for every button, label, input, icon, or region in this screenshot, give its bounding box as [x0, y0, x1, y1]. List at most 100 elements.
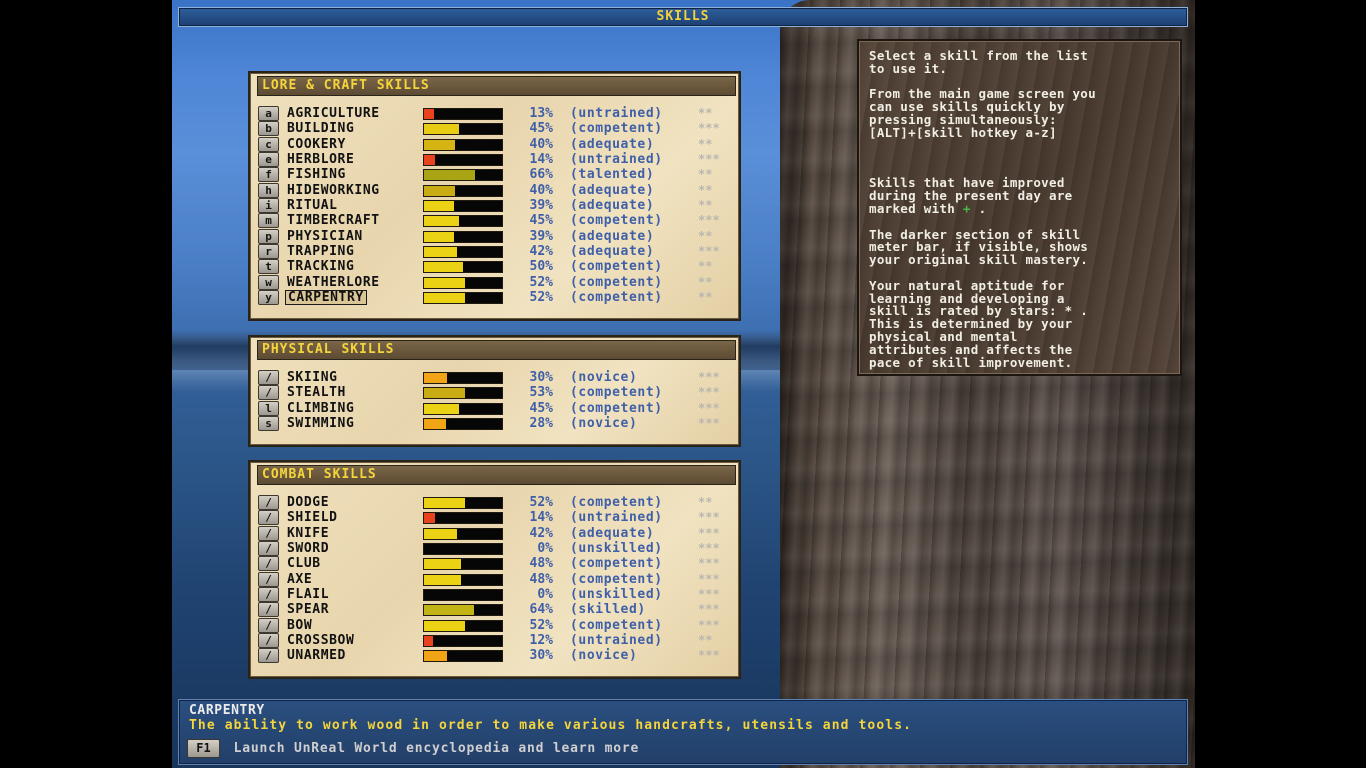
skill-hotkey-button[interactable]: p	[258, 228, 279, 244]
skill-hotkey-button[interactable]: /	[258, 510, 279, 526]
skill-name[interactable]: WEATHERLORE	[285, 275, 382, 290]
skill-hotkey-button[interactable]: h	[258, 182, 279, 198]
skill-name[interactable]: COOKERY	[285, 137, 348, 152]
skill-name[interactable]: CROSSBOW	[285, 633, 356, 648]
skill-row[interactable]: / SHIELD 14% (untrained) ***	[258, 510, 736, 526]
skill-row[interactable]: c COOKERY 40% (adequate) **	[258, 136, 736, 152]
skill-meter-fill	[424, 231, 455, 242]
skill-meter-fill	[424, 636, 434, 647]
skill-row[interactable]: r TRAPPING 42% (adequate) ***	[258, 244, 736, 260]
skill-name[interactable]: SWIMMING	[285, 416, 356, 431]
skill-row[interactable]: / CLUB 48% (competent) ***	[258, 556, 736, 572]
skill-hotkey-button[interactable]: /	[258, 617, 279, 633]
skill-row[interactable]: / CROSSBOW 12% (untrained) **	[258, 633, 736, 649]
skill-hotkey-button[interactable]: l	[258, 400, 279, 416]
skill-name[interactable]: BUILDING	[285, 121, 356, 136]
skill-hotkey-button[interactable]: c	[258, 136, 279, 152]
skill-row[interactable]: p PHYSICIAN 39% (adequate) **	[258, 228, 736, 244]
skill-row[interactable]: / DODGE 52% (competent) **	[258, 495, 736, 510]
skill-hotkey-button[interactable]: t	[258, 259, 279, 275]
skill-name[interactable]: TIMBERCRAFT	[285, 213, 382, 228]
skill-name[interactable]: CLUB	[285, 556, 323, 571]
skill-level: (competent)	[570, 385, 663, 401]
skill-name[interactable]: SWORD	[285, 541, 331, 556]
skill-row[interactable]: / SWORD 0% (unskilled) ***	[258, 541, 736, 557]
plus-icon: +	[962, 200, 971, 216]
skill-hotkey-button[interactable]: s	[258, 416, 279, 432]
skill-hotkey-button[interactable]: m	[258, 213, 279, 229]
skill-row[interactable]: w WEATHERLORE 52% (competent) **	[258, 274, 736, 290]
skill-row[interactable]: b BUILDING 45% (competent) ***	[258, 121, 736, 137]
skill-row[interactable]: y CARPENTRY 52% (competent) **	[258, 290, 736, 306]
skill-hotkey-button[interactable]: e	[258, 152, 279, 168]
skill-hotkey-button[interactable]: w	[258, 274, 279, 290]
skill-name[interactable]: CLIMBING	[285, 401, 356, 416]
aptitude-stars: **	[698, 198, 713, 213]
skill-hotkey-button[interactable]: /	[258, 556, 279, 572]
skill-row[interactable]: m TIMBERCRAFT 45% (competent) ***	[258, 213, 736, 229]
skill-row[interactable]: / KNIFE 42% (adequate) ***	[258, 525, 736, 541]
skill-name[interactable]: STEALTH	[285, 385, 348, 400]
skill-hotkey-button[interactable]: /	[258, 571, 279, 587]
skill-meter-bar	[423, 573, 503, 586]
skill-name[interactable]: TRAPPING	[285, 244, 356, 259]
skill-hotkey-button[interactable]: /	[258, 385, 279, 401]
skill-row[interactable]: / AXE 48% (competent) ***	[258, 571, 736, 587]
encyclopedia-link[interactable]: Launch UnReal World encyclopedia and lea…	[234, 741, 639, 756]
skill-hotkey-button[interactable]: a	[258, 106, 279, 121]
skill-hotkey-button[interactable]: /	[258, 525, 279, 541]
skill-hotkey-button[interactable]: /	[258, 541, 279, 557]
skill-name[interactable]: FISHING	[285, 167, 348, 182]
skill-name[interactable]: DODGE	[285, 495, 331, 510]
skill-name[interactable]: UNARMED	[285, 648, 348, 663]
skill-row[interactable]: / FLAIL 0% (unskilled) ***	[258, 587, 736, 603]
skill-name[interactable]: TRACKING	[285, 259, 356, 274]
skill-name[interactable]: HERBLORE	[285, 152, 356, 167]
f1-key-button[interactable]: F1	[187, 739, 220, 758]
skill-name[interactable]: AGRICULTURE	[285, 106, 382, 121]
skill-name[interactable]: SPEAR	[285, 602, 331, 617]
skill-level: (competent)	[570, 121, 663, 137]
skill-hotkey-button[interactable]: /	[258, 495, 279, 510]
skill-name[interactable]: CARPENTRY	[285, 290, 367, 306]
skill-row[interactable]: a AGRICULTURE 13% (untrained) **	[258, 106, 736, 121]
skill-hotkey-button[interactable]: y	[258, 290, 279, 306]
skill-row[interactable]: h HIDEWORKING 40% (adequate) **	[258, 182, 736, 198]
skill-hotkey-button[interactable]: /	[258, 587, 279, 603]
skill-hotkey-button[interactable]: i	[258, 198, 279, 214]
skill-name[interactable]: RITUAL	[285, 198, 340, 213]
skill-hotkey-button[interactable]: /	[258, 633, 279, 649]
aptitude-stars: ***	[698, 541, 720, 556]
skill-name[interactable]: BOW	[285, 618, 314, 633]
skill-row[interactable]: s SWIMMING 28% (novice) ***	[258, 416, 736, 432]
skill-row[interactable]: t TRACKING 50% (competent) **	[258, 259, 736, 275]
skill-row[interactable]: / SPEAR 64% (skilled) ***	[258, 602, 736, 618]
skill-row[interactable]: / BOW 52% (competent) ***	[258, 617, 736, 633]
skill-hotkey-button[interactable]: b	[258, 121, 279, 137]
skill-hotkey-button[interactable]: /	[258, 370, 279, 385]
skill-row[interactable]: f FISHING 66% (talented) **	[258, 167, 736, 183]
skill-hotkey-button[interactable]: /	[258, 602, 279, 618]
skill-name[interactable]: SKIING	[285, 370, 340, 385]
skill-row[interactable]: / SKIING 30% (novice) ***	[258, 370, 736, 385]
skill-level: (adequate)	[570, 228, 655, 244]
skill-name[interactable]: KNIFE	[285, 526, 331, 541]
encyclopedia-row[interactable]: F1 Launch UnReal World encyclopedia and …	[187, 738, 639, 758]
skill-row[interactable]: / UNARMED 30% (novice) ***	[258, 648, 736, 664]
skill-name[interactable]: AXE	[285, 572, 314, 587]
skill-hotkey-button[interactable]: /	[258, 648, 279, 664]
skill-hotkey-button[interactable]: f	[258, 167, 279, 183]
skill-percent: 66%	[529, 167, 553, 183]
skill-level: (novice)	[570, 648, 638, 664]
skill-name[interactable]: FLAIL	[285, 587, 331, 602]
aptitude-stars: **	[698, 259, 713, 274]
skill-row[interactable]: e HERBLORE 14% (untrained) ***	[258, 152, 736, 168]
skill-row[interactable]: i RITUAL 39% (adequate) **	[258, 198, 736, 214]
skill-row[interactable]: l CLIMBING 45% (competent) ***	[258, 400, 736, 416]
skill-name[interactable]: HIDEWORKING	[285, 183, 382, 198]
skill-name[interactable]: SHIELD	[285, 510, 340, 525]
skill-hotkey-button[interactable]: r	[258, 244, 279, 260]
skill-name[interactable]: PHYSICIAN	[285, 229, 365, 244]
skill-row[interactable]: / STEALTH 53% (competent) ***	[258, 385, 736, 401]
window-title: SKILLS	[178, 7, 1188, 27]
